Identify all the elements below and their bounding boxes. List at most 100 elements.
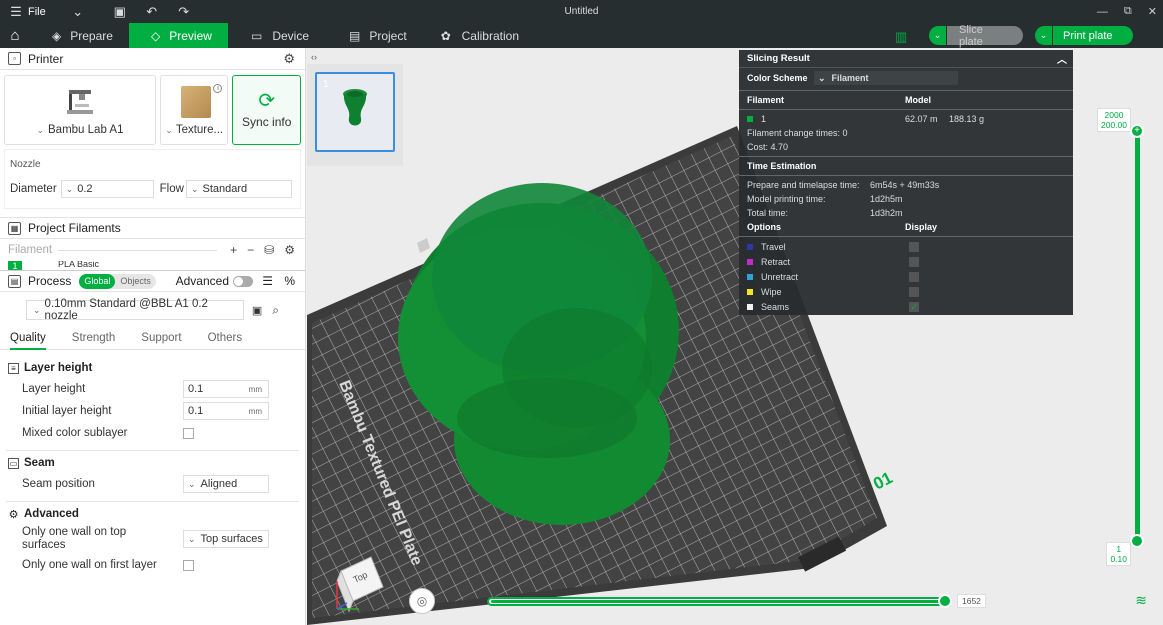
chevron-down-icon: ⌄ [36, 125, 45, 135]
plate-thumbnail[interactable]: 1 [315, 72, 395, 152]
process-preset-select[interactable]: ⌄ 0.10mm Standard @BBL A1 0.2 nozzle [26, 298, 244, 322]
collapse-thumbnails-icon[interactable]: ‹› [311, 52, 317, 62]
move-slider-handle[interactable] [938, 594, 952, 608]
list-icon[interactable]: ☰ [262, 274, 273, 288]
group-seam: ▭ Seam [0, 453, 305, 473]
wipe-display-checkbox[interactable] [909, 286, 919, 297]
close-icon[interactable]: ✕ [1148, 5, 1157, 18]
chevron-down-icon: ⌄ [188, 533, 196, 544]
slice-plate-button[interactable]: ⌄ Slice plate [929, 24, 1023, 48]
group-layer-height: ≡ Layer height [0, 358, 305, 378]
redo-icon[interactable]: ↷ [176, 4, 192, 20]
diameter-select[interactable]: ⌄ 0.2 [60, 180, 154, 198]
layer-bottom-label: 1 0.10 [1106, 542, 1131, 566]
travel-display-checkbox[interactable] [909, 241, 919, 252]
filament-row[interactable]: 1 PLA Basic [8, 261, 297, 270]
move-slider-value: 1652 [957, 594, 986, 608]
options-column: Options [747, 222, 781, 232]
file-menu[interactable]: ☰ File [8, 4, 46, 20]
remove-icon[interactable]: − [247, 243, 254, 257]
chevron-down-icon[interactable]: ⌄ [1035, 26, 1053, 45]
layer-height-input[interactable]: 0.1 mm [183, 380, 269, 398]
sync-info-button[interactable]: ⟳ Sync info [232, 75, 301, 145]
tab-prepare[interactable]: ◈ Prepare [30, 23, 129, 48]
advanced-toggle[interactable] [233, 275, 253, 287]
one-wall-first-checkbox[interactable] [183, 559, 194, 571]
seam-position-select[interactable]: ⌄ Aligned [183, 475, 269, 493]
collapse-icon[interactable]: ︿ [1057, 51, 1067, 66]
tab-calibration[interactable]: ✿ Calibration [417, 23, 537, 48]
global-option[interactable]: Global [79, 273, 116, 289]
undo-icon[interactable]: ↶ [144, 4, 160, 20]
layers-toggle-icon[interactable]: ≋ [1135, 592, 1147, 609]
layer-slider[interactable]: + [1130, 124, 1144, 548]
maximize-icon[interactable]: ⧉ [1124, 5, 1132, 18]
total-time-value: 1d3h2m [870, 208, 903, 218]
print-plate-button[interactable]: ⌄ Print plate [1035, 26, 1133, 45]
minimize-icon[interactable]: — [1097, 6, 1108, 18]
tab-strength[interactable]: Strength [72, 332, 115, 350]
divider [739, 109, 1073, 110]
plate-card[interactable]: i ⌄ Texture... [159, 75, 229, 145]
layer-top-handle[interactable]: + [1130, 124, 1144, 138]
sync-filament-icon[interactable]: ⛁ [264, 243, 274, 257]
mixed-color-checkbox[interactable] [183, 427, 194, 439]
tab-preview[interactable]: ◇ Preview [129, 23, 228, 48]
color-scheme-label: Color Scheme [747, 73, 808, 83]
scope-toggle[interactable]: Global Objects [79, 273, 156, 289]
unit-label: mm [248, 406, 262, 416]
color-scheme-select[interactable]: ⌄ Filament [814, 71, 958, 85]
chevron-down-icon[interactable]: ⌄ [929, 26, 947, 45]
option-seam-position: Seam position ⌄ Aligned [0, 473, 305, 495]
printer-image [67, 90, 93, 114]
filament-index: 1 [761, 114, 767, 124]
filament-slot: 1 [8, 261, 22, 270]
info-icon[interactable]: i [213, 84, 223, 93]
option-unretract: Unretract [739, 269, 1073, 284]
gear-icon[interactable]: ⚙ [283, 51, 295, 67]
tab-project[interactable]: ▤ Project [327, 23, 417, 48]
objects-option[interactable]: Objects [115, 274, 156, 289]
gear-icon: ⚙ [8, 508, 19, 521]
tab-quality[interactable]: Quality [10, 332, 46, 350]
seams-display-checkbox[interactable]: ✓ [909, 301, 919, 312]
tab-device[interactable]: ▭ Device [228, 23, 327, 48]
project-icon: ▤ [349, 28, 361, 43]
view-cube[interactable]: Top [329, 553, 387, 613]
save-preset-icon[interactable]: ▣ [252, 304, 262, 317]
move-slider[interactable] [487, 594, 952, 608]
panel-icon[interactable]: ▥ [895, 29, 909, 44]
filament-swatch [747, 116, 753, 122]
divider [739, 236, 1073, 237]
initial-layer-height-input[interactable]: 0.1 mm [183, 402, 269, 420]
seam-icon: ▭ [8, 457, 19, 469]
save-icon[interactable]: ▣ [112, 4, 128, 20]
one-wall-top-select[interactable]: ⌄ Top surfaces [183, 530, 269, 548]
option-seams: Seams ✓ [739, 299, 1073, 314]
compare-icon[interactable]: % [284, 274, 295, 288]
layers-icon: ◇ [151, 28, 161, 43]
tab-others[interactable]: Others [208, 332, 243, 350]
search-icon[interactable]: ⌕ [272, 303, 279, 318]
main-tab-bar: ⌂ ◈ Prepare ◇ Preview ▭ Device ▤ Project… [0, 23, 1163, 48]
layer-bottom-handle[interactable] [1130, 534, 1144, 548]
printer-card[interactable]: ⌄ Bambu Lab A1 [4, 75, 156, 145]
camera-icon[interactable]: ◎ [409, 588, 435, 614]
add-icon[interactable]: + [230, 243, 237, 257]
color-scheme-row: Color Scheme ⌄ Filament [739, 68, 1073, 88]
option-label: Retract [761, 256, 791, 267]
tab-support[interactable]: Support [141, 332, 181, 350]
chevron-down-icon[interactable]: ⌄ [70, 4, 86, 20]
thumbnail-index: 1 [323, 79, 329, 90]
flow-select[interactable]: ⌄ Standard [185, 180, 292, 198]
divider [58, 250, 217, 251]
unretract-display-checkbox[interactable] [909, 271, 919, 282]
layer-top-number: 2000 [1104, 110, 1124, 120]
home-icon[interactable]: ⌂ [0, 23, 30, 48]
divider [739, 175, 1073, 176]
diameter-value: 0.2 [77, 183, 93, 195]
gear-icon[interactable]: ⚙ [284, 243, 295, 257]
slice-plate-label: Slice plate [947, 24, 1023, 48]
3d-viewport[interactable]: 01 Bambu Textured PEI Plate ‹› 1 Slicing… [307, 48, 1163, 625]
retract-display-checkbox[interactable] [909, 256, 919, 267]
